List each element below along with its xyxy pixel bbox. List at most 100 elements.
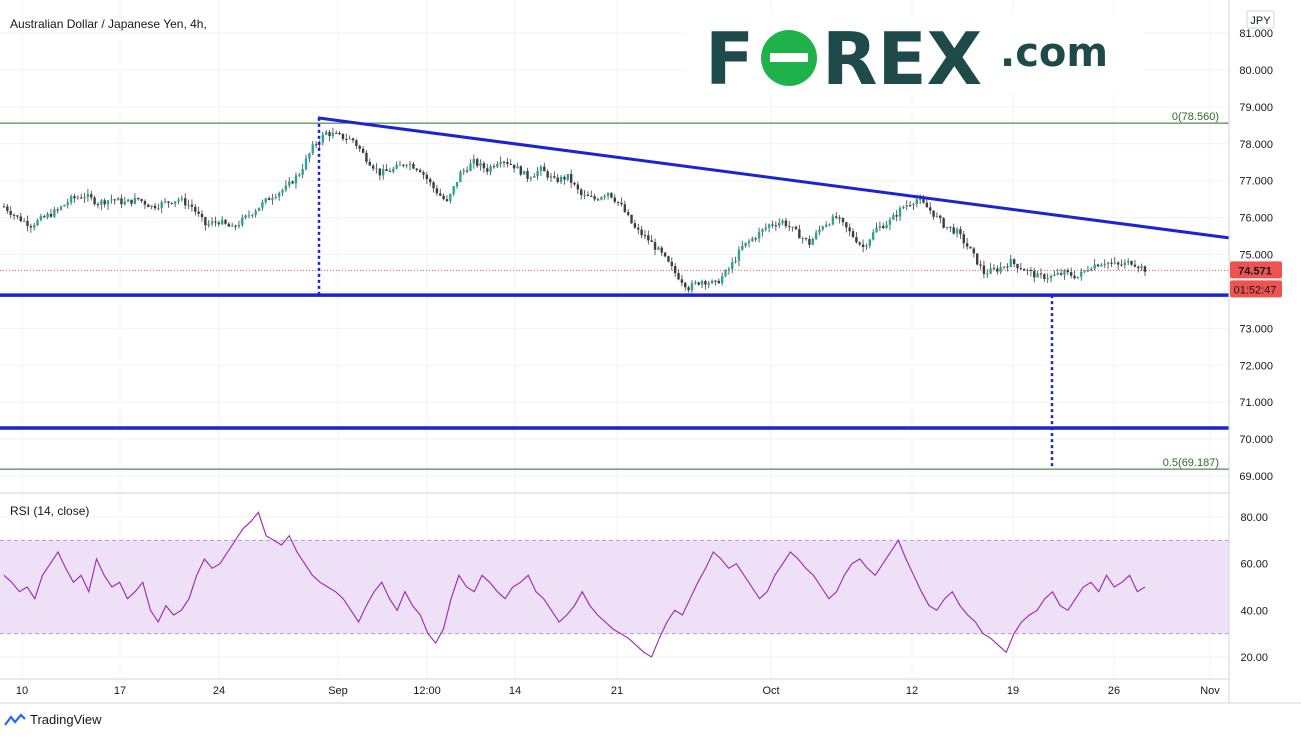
candle-body xyxy=(29,226,33,228)
price-tick-label: 75.000 xyxy=(1239,250,1273,262)
candle-body xyxy=(455,182,459,187)
candle-body xyxy=(989,268,992,274)
candle-body xyxy=(388,170,392,172)
candle-body xyxy=(1049,275,1053,279)
candle-body xyxy=(90,194,93,198)
candle-body xyxy=(301,169,304,175)
candle-body xyxy=(714,280,717,282)
candle-body xyxy=(798,229,801,239)
candle-body xyxy=(288,181,291,186)
candle-body xyxy=(264,198,267,203)
time-tick-label: 17 xyxy=(114,685,126,697)
candle-body xyxy=(757,231,761,239)
candle-body xyxy=(912,204,915,206)
candle-body xyxy=(267,198,271,201)
price-tick-label: 70.000 xyxy=(1239,434,1273,446)
time-tick-label: 12:00 xyxy=(413,685,441,697)
candle-body xyxy=(1137,266,1140,269)
candle-body xyxy=(328,131,331,136)
candle-body xyxy=(512,164,516,169)
candle-body xyxy=(529,177,533,179)
candle-body xyxy=(1116,262,1120,265)
candle-body xyxy=(308,153,311,159)
candle-body xyxy=(33,225,36,228)
candle-body xyxy=(905,205,908,207)
candle-body xyxy=(177,199,180,202)
candle-body xyxy=(140,199,143,202)
price-tick-label: 79.000 xyxy=(1239,102,1273,114)
candle-body xyxy=(657,247,660,250)
candle-body xyxy=(724,270,727,277)
candle-body xyxy=(180,198,184,200)
candle-body xyxy=(442,195,445,200)
candle-body xyxy=(653,242,657,250)
candle-body xyxy=(546,171,549,178)
candle-body xyxy=(133,197,137,204)
candle-body xyxy=(949,226,952,228)
chart-canvas[interactable]: 0(78.560) 0.5(69.187) 81.000 80.000 79.000 7… xyxy=(0,0,1301,741)
candle-body xyxy=(502,161,506,163)
candle-body xyxy=(965,243,969,247)
candle-body xyxy=(375,168,378,170)
candle-body xyxy=(939,215,942,219)
candle-body xyxy=(566,173,569,180)
candle-body xyxy=(1046,278,1049,280)
candle-body xyxy=(1123,262,1127,265)
candle-body xyxy=(623,204,627,213)
candle-body xyxy=(731,261,734,270)
candle-body xyxy=(593,196,596,200)
candle-body xyxy=(892,215,895,220)
candle-body xyxy=(640,229,643,236)
candle-body xyxy=(979,264,982,266)
candle-body xyxy=(12,214,16,216)
candle-body xyxy=(522,170,526,175)
candle-body xyxy=(271,197,274,201)
candle-body xyxy=(1009,259,1012,267)
candle-body xyxy=(1012,259,1016,264)
candle-body xyxy=(824,224,828,227)
candle-body xyxy=(130,199,133,204)
candle-body xyxy=(36,220,39,226)
candle-body xyxy=(556,177,559,182)
candle-body xyxy=(878,225,882,228)
logo-letter-f: F xyxy=(705,17,754,101)
candle-body xyxy=(821,226,825,230)
candle-body xyxy=(590,196,593,198)
candle-body xyxy=(16,215,19,217)
candle-body xyxy=(378,168,382,176)
candle-body xyxy=(66,202,69,205)
candle-body xyxy=(771,224,774,226)
fib-label: 0.5(69.187) xyxy=(1163,457,1219,469)
candle-body xyxy=(610,192,613,198)
candle-body xyxy=(321,134,325,143)
candle-body xyxy=(660,247,663,253)
candle-body xyxy=(536,171,539,176)
candle-body xyxy=(972,248,976,254)
price-tick-label: 72.000 xyxy=(1239,360,1273,372)
candle-body xyxy=(999,267,1002,272)
candle-body xyxy=(898,208,902,217)
candle-body xyxy=(46,213,49,218)
candle-body xyxy=(341,133,345,139)
candle-body xyxy=(69,196,73,203)
candle-body xyxy=(814,232,818,239)
candle-body xyxy=(126,199,130,202)
candle-body xyxy=(432,182,435,189)
candle-body xyxy=(700,281,704,285)
candle-body xyxy=(677,273,680,280)
tradingview-brand[interactable]: TradingView xyxy=(4,712,102,727)
candle-body xyxy=(291,181,294,184)
candle-body xyxy=(717,280,721,284)
candle-body xyxy=(526,170,529,179)
candle-body xyxy=(93,197,96,205)
candle-body xyxy=(382,169,385,176)
candle-body xyxy=(499,161,502,165)
candle-body xyxy=(794,226,798,230)
candle-body xyxy=(324,131,328,135)
candle-body xyxy=(509,163,512,165)
candle-body xyxy=(207,223,210,226)
candle-body xyxy=(908,205,912,207)
candle-body xyxy=(643,235,647,237)
candle-body xyxy=(39,216,43,221)
candle-body xyxy=(596,199,600,201)
